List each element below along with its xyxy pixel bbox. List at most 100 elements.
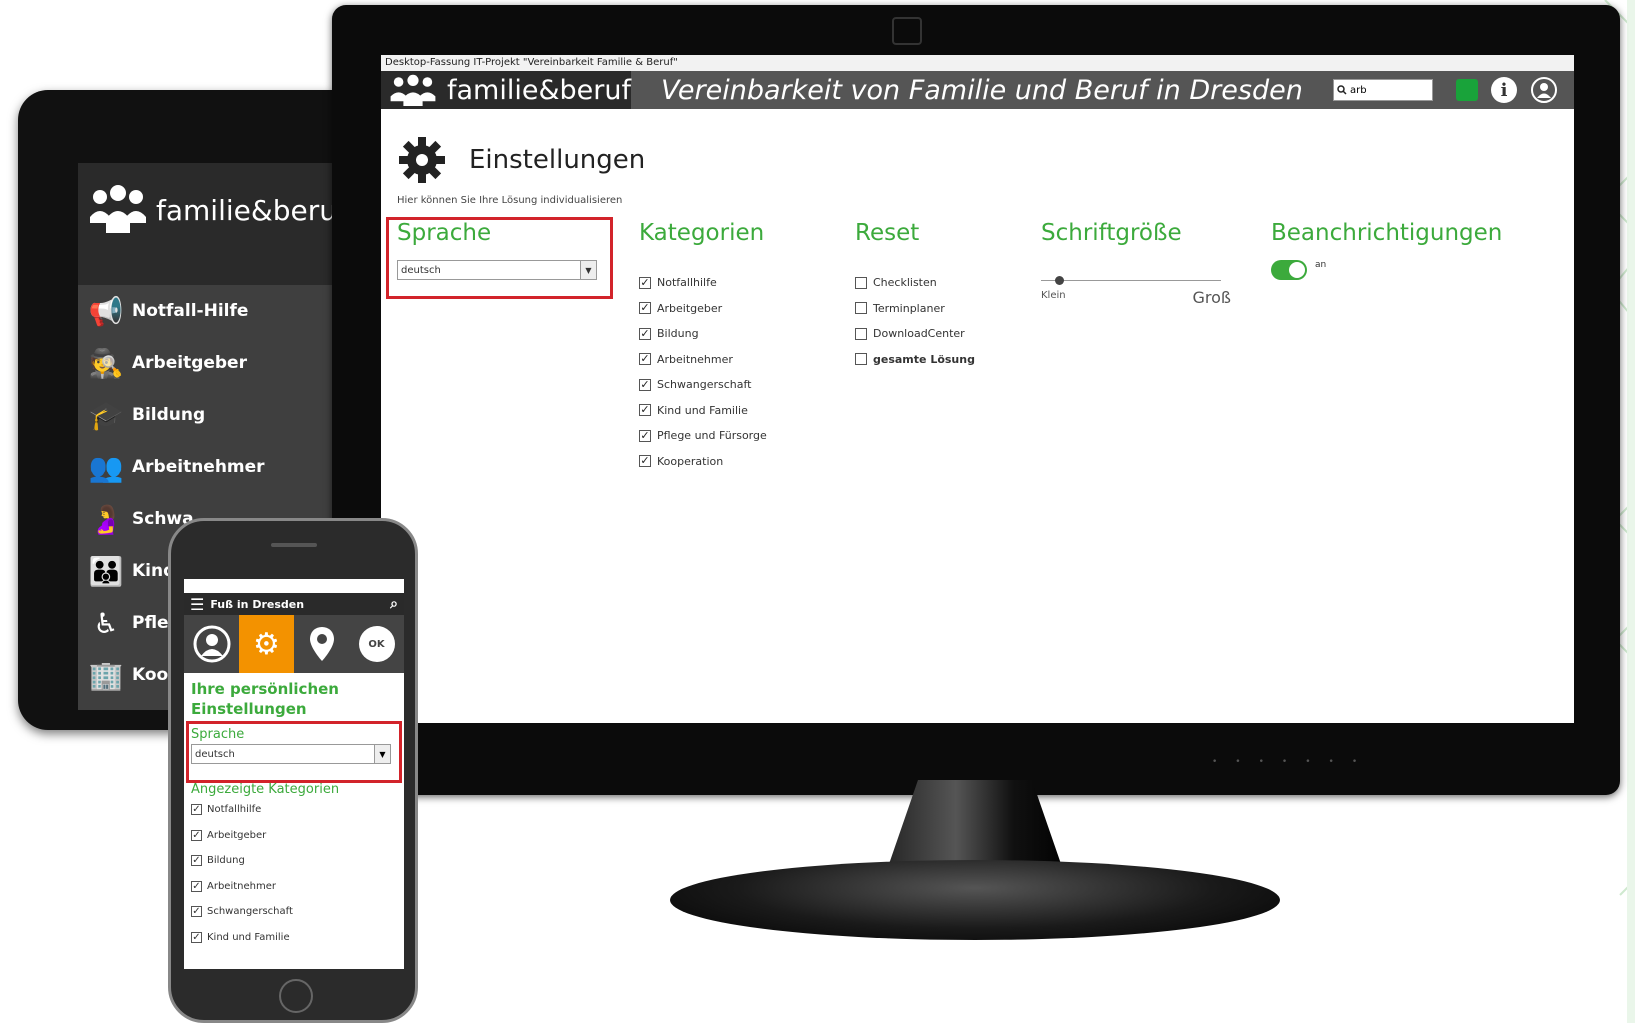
checkbox-item[interactable]: ✓ Arbeitnehmer: [639, 347, 767, 373]
notification-toggle[interactable]: [1271, 260, 1307, 280]
sprache-heading: Sprache: [397, 220, 492, 246]
app-bar: familie&beruf Vereinbarkeit von Familie …: [381, 71, 1574, 109]
checkbox-checked[interactable]: ✓: [191, 855, 202, 867]
tablet-menu-item-notfall[interactable]: 📢 Notfall-Hilfe: [78, 285, 348, 337]
checkbox-item[interactable]: ✓ Notfallhilfe: [191, 797, 398, 823]
checkbox-item[interactable]: ✓ Notfallhilfe: [639, 270, 767, 296]
gear-icon[interactable]: ⚙: [239, 615, 294, 673]
search-box[interactable]: [1333, 79, 1433, 101]
monitor-device: Desktop-Fassung IT-Projekt "Vereinbarkei…: [332, 5, 1620, 795]
tablet-menu-item-arbeitgeber[interactable]: 🕵 Arbeitgeber: [78, 337, 348, 389]
phone-home-button[interactable]: [279, 979, 313, 1013]
checkbox-item[interactable]: ✓ Kind und Familie: [191, 925, 398, 951]
tablet-brand: familie&beruf: [156, 193, 347, 227]
child-icon: 👪: [88, 554, 124, 588]
phone-speaker: [271, 543, 317, 547]
webcam: [892, 17, 922, 45]
ok-label: OK: [358, 626, 395, 662]
kategorien-section: Kategorien ✓ Notfallhilfe ✓ Arbeitgeber ✓ Bil…: [639, 220, 767, 474]
checkbox-label: Schwangerschaft: [207, 906, 293, 918]
checkbox-checked[interactable]: ✓: [639, 378, 651, 391]
gear-icon: [399, 137, 445, 183]
checkbox-checked[interactable]: ✓: [191, 880, 202, 892]
language-select[interactable]: deutsch ▼: [397, 260, 597, 280]
checkbox-checked[interactable]: ✓: [639, 404, 651, 417]
phone-sprache-highlight: [186, 721, 402, 783]
checkbox-checked[interactable]: ✓: [191, 829, 202, 841]
checkbox-unchecked[interactable]: [855, 276, 867, 289]
checkbox-checked[interactable]: ✓: [639, 276, 651, 289]
location-pin-icon[interactable]: [294, 615, 349, 673]
checkbox-checked[interactable]: ✓: [639, 429, 651, 442]
schriftgroesse-section: Schriftgröße Klein Groß: [1041, 220, 1231, 310]
search-icon: [1337, 85, 1347, 95]
checkbox-item[interactable]: ✓ Pflege und Fürsorge: [639, 423, 767, 449]
checkbox-item[interactable]: ✓ Arbeitgeber: [191, 823, 398, 849]
checkbox-item[interactable]: ✓ Kind und Familie: [639, 398, 767, 424]
checkbox-label: Arbeitnehmer: [657, 352, 733, 366]
checkbox-label: Kind und Familie: [657, 403, 748, 417]
hamburger-menu-icon[interactable]: ☰: [190, 595, 204, 614]
checkbox-checked[interactable]: ✓: [639, 327, 651, 340]
tablet-menu-label: Pfle: [132, 613, 169, 633]
phone-device: ☰ Fuß in Dresden ⌕ ⚙ OK Ihre persönliche…: [168, 518, 418, 1023]
tablet-menu-item-bildung[interactable]: 🎓 Bildung: [78, 389, 348, 441]
checkbox-item[interactable]: ✓ Bildung: [639, 321, 767, 347]
checkbox-item[interactable]: gesamte Lösung: [855, 347, 975, 373]
slider-handle[interactable]: [1055, 276, 1064, 285]
phone-content: Ihre persönlichen Einstellungen Sprache …: [184, 673, 404, 950]
info-icon[interactable]: i: [1491, 77, 1517, 103]
status-indicator: [1456, 79, 1478, 101]
window-title: Desktop-Fassung IT-Projekt "Vereinbarkei…: [381, 55, 1574, 71]
font-size-slider[interactable]: [1041, 270, 1221, 290]
checkbox-checked[interactable]: ✓: [191, 906, 202, 918]
checkbox-item[interactable]: Checklisten: [855, 270, 975, 296]
checkbox-label: Notfallhilfe: [657, 276, 717, 290]
checkbox-item[interactable]: ✓ Kooperation: [639, 449, 767, 475]
tablet-menu-item-arbeitnehmer[interactable]: 👥 Arbeitnehmer: [78, 441, 348, 493]
tablet-menu-label: Bildung: [132, 405, 206, 425]
checkbox-checked[interactable]: ✓: [639, 353, 651, 366]
checkbox-checked[interactable]: ✓: [191, 804, 202, 816]
user-icon[interactable]: [184, 615, 239, 673]
tablet-menu-label: Arbeitgeber: [132, 353, 247, 373]
page-title: Einstellungen: [469, 145, 646, 175]
toggle-label: an: [1315, 260, 1327, 270]
megaphone-icon: 📢: [88, 294, 124, 328]
checkbox-item[interactable]: ✓ Arbeitnehmer: [191, 874, 398, 900]
checkbox-item[interactable]: ✓ Bildung: [191, 848, 398, 874]
wheelchair-icon: ♿: [93, 606, 119, 640]
search-input[interactable]: [1350, 84, 1430, 96]
building-icon: 🏢: [88, 658, 124, 692]
family-logo-icon: [390, 74, 436, 106]
checkbox-item[interactable]: Terminplaner: [855, 296, 975, 322]
checkbox-unchecked[interactable]: [855, 327, 867, 340]
reset-section: Reset Checklisten Terminplaner DownloadCen…: [855, 220, 975, 372]
app-logo[interactable]: familie&beruf: [381, 71, 631, 109]
pregnancy-icon: 🤰: [88, 502, 124, 536]
checkbox-item[interactable]: ✓ Schwangerschaft: [191, 899, 398, 925]
page-header: Einstellungen: [397, 135, 645, 185]
checkbox-label: Bildung: [657, 327, 699, 341]
ok-icon[interactable]: OK: [349, 615, 404, 673]
checkbox-item[interactable]: DownloadCenter: [855, 321, 975, 347]
family-logo-icon: [90, 185, 146, 233]
checkbox-unchecked[interactable]: [855, 353, 867, 366]
checkbox-label: Kind und Familie: [207, 931, 290, 943]
people-icon: 👥: [88, 450, 124, 484]
checkbox-label: DownloadCenter: [873, 327, 965, 341]
search-icon[interactable]: ⌕: [390, 596, 398, 612]
chevron-down-icon[interactable]: ▼: [580, 261, 596, 279]
user-icon[interactable]: [1531, 77, 1557, 103]
checkbox-checked[interactable]: ✓: [191, 931, 202, 943]
checkbox-item[interactable]: ✓ Schwangerschaft: [639, 372, 767, 398]
checkbox-unchecked[interactable]: [855, 302, 867, 315]
checkbox-checked[interactable]: ✓: [639, 455, 651, 468]
tablet-menu-label: Arbeitnehmer: [132, 457, 265, 477]
checkbox-item[interactable]: ✓ Arbeitgeber: [639, 296, 767, 322]
stage: familie&beruf 📢 Notfall-Hilfe 🕵 Arbeitgebe…: [0, 0, 1635, 1023]
checkbox-checked[interactable]: ✓: [639, 302, 651, 315]
app-brand: familie&beruf: [447, 74, 631, 106]
monitor-screen: Desktop-Fassung IT-Projekt "Vereinbarkei…: [381, 55, 1574, 723]
checkbox-label: gesamte Lösung: [873, 352, 975, 366]
